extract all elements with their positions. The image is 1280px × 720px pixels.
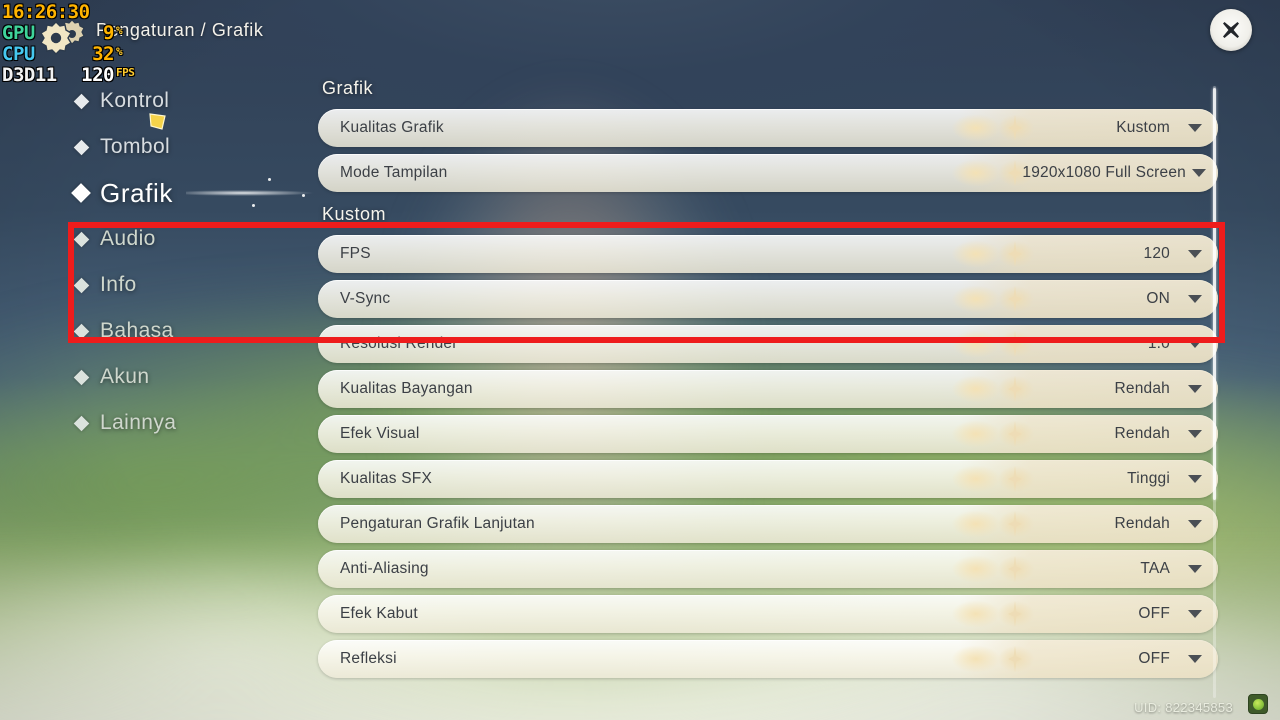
row-value-tint	[958, 505, 1218, 543]
sidebar-item-akun[interactable]: Akun	[0, 354, 310, 400]
option-label: V-Sync	[340, 290, 391, 307]
chevron-down-icon[interactable]	[1188, 430, 1202, 438]
overlay-fps-unit: FPS	[116, 66, 135, 79]
overlay-cpu-label: CPU	[2, 43, 35, 65]
option-label: Pengaturan Grafik Lanjutan	[340, 515, 535, 532]
row-value-tint	[958, 109, 1218, 147]
option-label: Resolusi Render	[340, 335, 458, 352]
scrollbar-thumb[interactable]	[1213, 88, 1216, 500]
option-row-kualitas-grafik[interactable]: Kualitas Grafik Kustom	[318, 109, 1218, 147]
network-status-icon	[1248, 694, 1268, 714]
close-icon	[1223, 22, 1239, 38]
sidebar-item-info[interactable]: Info	[0, 262, 310, 308]
chevron-down-icon[interactable]	[1188, 385, 1202, 393]
option-row-kualitas-bayangan[interactable]: Kualitas Bayangan Rendah	[318, 370, 1218, 408]
option-value: Rendah	[1114, 515, 1170, 532]
option-row-resolusi-render[interactable]: Resolusi Render 1.0	[318, 325, 1218, 363]
option-row-v-sync[interactable]: V-Sync ON	[318, 280, 1218, 318]
option-row-efek-visual[interactable]: Efek Visual Rendah	[318, 415, 1218, 453]
section-header-grafik: Grafik	[322, 78, 374, 98]
option-value: 1.0	[1147, 335, 1170, 352]
option-label: Efek Kabut	[340, 605, 418, 622]
sidebar-item-bahasa[interactable]: Bahasa	[0, 308, 310, 354]
option-label: Mode Tampilan	[340, 164, 448, 181]
option-row-refleksi[interactable]: Refleksi OFF	[318, 640, 1218, 678]
overlay-stat-fps: D3D11 120 FPS	[2, 64, 135, 86]
row-value-tint	[958, 550, 1218, 588]
option-value: OFF	[1138, 605, 1170, 622]
settings-sidebar: Kontrol Tombol Grafik Audio Info Bahasa …	[0, 78, 376, 446]
sidebar-item-label: Tombol	[100, 135, 171, 158]
row-value-tint	[958, 415, 1218, 453]
sidebar-item-label: Grafik	[100, 177, 173, 208]
chevron-down-icon[interactable]	[1188, 565, 1202, 573]
uid-label: UID: 822345853	[1134, 700, 1233, 715]
option-value: 120	[1143, 245, 1170, 262]
option-value: ON	[1146, 290, 1170, 307]
chevron-down-icon[interactable]	[1188, 124, 1202, 132]
option-row-pengaturan-grafik-lanjutan[interactable]: Pengaturan Grafik Lanjutan Rendah	[318, 505, 1218, 543]
chevron-down-icon[interactable]	[1188, 250, 1202, 258]
scrollbar-track[interactable]	[1213, 86, 1216, 698]
chevron-down-icon[interactable]	[1188, 520, 1202, 528]
option-label: Efek Visual	[340, 425, 420, 442]
cursor-pointer-icon	[149, 113, 166, 130]
row-value-tint	[958, 325, 1218, 363]
option-value: TAA	[1140, 560, 1170, 577]
chevron-down-icon[interactable]	[1192, 169, 1206, 177]
overlay-gpu-value: 9	[103, 22, 114, 44]
option-value: Rendah	[1114, 380, 1170, 397]
row-value-tint	[958, 595, 1218, 633]
overlay-stat-cpu: CPU 32 %	[2, 44, 134, 65]
row-value-tint	[958, 235, 1218, 273]
sidebar-item-lainnya[interactable]: Lainnya	[0, 400, 310, 446]
option-row-anti-aliasing[interactable]: Anti-Aliasing TAA	[318, 550, 1218, 588]
sidebar-item-grafik[interactable]: Grafik	[0, 170, 376, 216]
option-row-fps[interactable]: FPS 120	[318, 235, 1218, 273]
option-row-mode-tampilan[interactable]: Mode Tampilan 1920x1080 Full Screen	[318, 154, 1218, 192]
option-label: Kualitas Grafik	[340, 119, 444, 136]
graphics-settings-panel: Grafik Kualitas Grafik Kustom Mode Tampi…	[318, 78, 1218, 685]
chevron-down-icon[interactable]	[1188, 340, 1202, 348]
overlay-gpu-label: GPU	[2, 22, 35, 44]
overlay-fps-value: 120	[81, 64, 114, 86]
performance-overlay: 16:26:30 GPU 9 % CPU 32 % D3D11 120 FPS	[2, 1, 135, 86]
option-row-efek-kabut[interactable]: Efek Kabut OFF	[318, 595, 1218, 633]
overlay-cpu-unit: %	[116, 45, 123, 58]
chevron-down-icon[interactable]	[1188, 610, 1202, 618]
chevron-down-icon[interactable]	[1188, 655, 1202, 663]
option-value: Rendah	[1114, 425, 1170, 442]
section-header-kustom: Kustom	[322, 204, 387, 224]
row-value-tint	[958, 370, 1218, 408]
chevron-down-icon[interactable]	[1188, 295, 1202, 303]
row-value-tint	[958, 460, 1218, 498]
option-label: Refleksi	[340, 650, 397, 667]
option-value: Kustom	[1116, 119, 1170, 136]
sparkle-icon	[268, 178, 271, 181]
row-value-tint	[958, 280, 1218, 318]
chevron-down-icon[interactable]	[1188, 475, 1202, 483]
option-value: Tinggi	[1127, 470, 1170, 487]
sparkle-icon	[252, 204, 255, 207]
option-label: Kualitas Bayangan	[340, 380, 473, 397]
option-label: FPS	[340, 245, 371, 262]
sidebar-item-audio[interactable]: Audio	[0, 216, 310, 262]
close-button[interactable]	[1210, 9, 1252, 51]
overlay-api-label: D3D11	[2, 64, 57, 86]
option-value: 1920x1080 Full Screen	[1022, 164, 1186, 181]
option-label: Kualitas SFX	[340, 470, 432, 487]
sidebar-item-label: Bahasa	[100, 319, 174, 342]
row-value-tint	[958, 640, 1218, 678]
option-label: Anti-Aliasing	[340, 560, 429, 577]
sparkle-icon	[302, 194, 305, 197]
overlay-cpu-value: 32	[92, 43, 114, 65]
option-row-kualitas-sfx[interactable]: Kualitas SFX Tinggi	[318, 460, 1218, 498]
overlay-gpu-unit: %	[116, 24, 123, 37]
overlay-clock: 16:26:30	[2, 1, 90, 23]
sidebar-item-label: Kontrol	[100, 89, 170, 112]
sidebar-item-label: Lainnya	[100, 411, 177, 434]
option-value: OFF	[1138, 650, 1170, 667]
overlay-stat-gpu: GPU 9 %	[2, 23, 134, 44]
